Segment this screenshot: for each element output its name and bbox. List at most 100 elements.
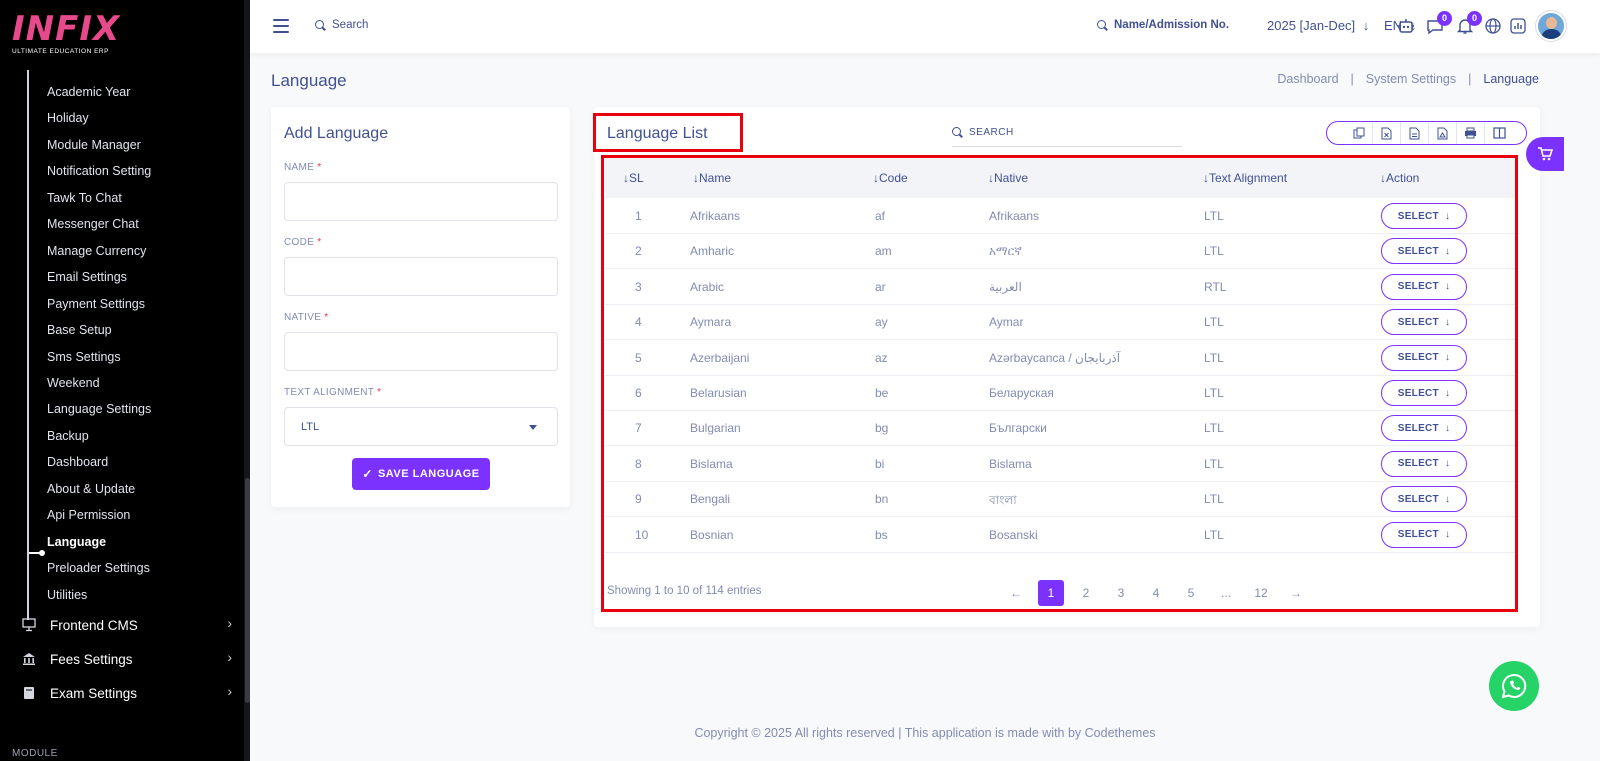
- select-label: SELECT: [1397, 316, 1439, 328]
- sidebar-subitem-api-permission[interactable]: Api Permission: [47, 508, 130, 522]
- cell-name: Bosnian: [690, 527, 734, 542]
- sidebar-scrollbar-thumb[interactable]: [245, 478, 250, 703]
- cell-code: bn: [875, 492, 889, 507]
- native-field[interactable]: [284, 332, 558, 371]
- page-1[interactable]: 1: [1038, 580, 1064, 606]
- breadcrumb-dashboard[interactable]: Dashboard: [1277, 72, 1338, 86]
- select-button[interactable]: SELECT ↓: [1381, 415, 1467, 442]
- sidebar-subitem-language[interactable]: Language: [47, 535, 106, 549]
- student-search[interactable]: Name/Admission No.: [1097, 19, 1229, 31]
- sidebar-subitem-base-setup[interactable]: Base Setup: [47, 323, 112, 337]
- sidebar-subitem-backup[interactable]: Backup: [47, 429, 89, 443]
- table-header: ↓SL ↓Name ↓Code ↓Native ↓Text Alignment …: [605, 158, 1515, 198]
- sidebar-subitem-preloader-settings[interactable]: Preloader Settings: [47, 561, 150, 575]
- sidebar-subitem-academic-year[interactable]: Academic Year: [47, 85, 130, 99]
- cell-sl: 5: [635, 350, 642, 365]
- menu-search[interactable]: Search: [315, 19, 368, 31]
- code-label: CODE *: [284, 237, 322, 248]
- sidebar-subitem-language-settings[interactable]: Language Settings: [47, 402, 151, 416]
- list-search-input[interactable]: SEARCH: [952, 119, 1182, 147]
- sidebar-item-frontend-cms[interactable]: Frontend CMS ›: [22, 614, 232, 636]
- page-5[interactable]: 5: [1178, 580, 1204, 606]
- col-code[interactable]: ↓Code: [873, 171, 908, 185]
- select-button[interactable]: SELECT ↓: [1381, 450, 1467, 477]
- cell-name: Azerbaijani: [690, 350, 750, 365]
- breadcrumb-system-settings[interactable]: System Settings: [1366, 72, 1456, 86]
- cell-code: bs: [875, 527, 888, 542]
- sidebar-subitem-module-manager[interactable]: Module Manager: [47, 138, 141, 152]
- select-button[interactable]: SELECT ↓: [1381, 238, 1467, 265]
- save-language-button[interactable]: ✓ SAVE LANGUAGE: [352, 458, 490, 490]
- save-language-label: SAVE LANGUAGE: [377, 468, 480, 480]
- user-avatar[interactable]: [1536, 11, 1566, 41]
- chart-icon[interactable]: [1509, 17, 1527, 35]
- select-button[interactable]: SELECT ↓: [1381, 380, 1467, 406]
- sidebar-item-fees-settings[interactable]: Fees Settings ›: [22, 648, 232, 670]
- csv-icon[interactable]: [1401, 122, 1429, 144]
- sidebar-item-exam-settings[interactable]: Exam Settings ›: [22, 682, 232, 704]
- sidebar-subitem-payment-settings[interactable]: Payment Settings: [47, 297, 145, 311]
- text-alignment-select[interactable]: LTL: [284, 407, 558, 446]
- sidebar-subitem-tawk-to-chat[interactable]: Tawk To Chat: [47, 191, 122, 205]
- logo-tagline: ULTIMATE EDUCATION ERP: [12, 48, 109, 55]
- cell-native: Bosanski: [989, 527, 1038, 542]
- code-field[interactable]: [284, 257, 558, 296]
- page-12[interactable]: 12: [1248, 580, 1274, 606]
- col-name[interactable]: ↓Name: [693, 171, 731, 185]
- print-icon[interactable]: [1457, 122, 1485, 144]
- sidebar-subitem-email-settings[interactable]: Email Settings: [47, 270, 127, 284]
- cell-sl: 2: [635, 244, 642, 259]
- excel-icon[interactable]: [1373, 122, 1401, 144]
- globe-icon[interactable]: [1484, 17, 1502, 35]
- chat-count-badge: 0: [1437, 11, 1452, 26]
- page-2[interactable]: 2: [1073, 580, 1099, 606]
- col-text-alignment[interactable]: ↓Text Alignment: [1203, 171, 1287, 185]
- cell-name: Arabic: [690, 279, 725, 294]
- cell-alignment: LTL: [1204, 244, 1224, 259]
- name-field[interactable]: [284, 182, 558, 221]
- cell-code: ay: [875, 315, 888, 330]
- sidebar-subitem-dashboard[interactable]: Dashboard: [47, 455, 108, 469]
- cart-button[interactable]: [1526, 137, 1564, 171]
- sidebar-subitem-utilities[interactable]: Utilities: [47, 588, 87, 602]
- sidebar-subitem-messenger-chat[interactable]: Messenger Chat: [47, 217, 139, 231]
- robot-icon[interactable]: [1397, 17, 1415, 35]
- copy-icon[interactable]: [1345, 122, 1373, 144]
- breadcrumb: Dashboard | System Settings | Language: [1277, 72, 1539, 86]
- col-sl[interactable]: ↓SL: [623, 171, 644, 185]
- select-button[interactable]: SELECT ↓: [1381, 309, 1467, 336]
- col-action[interactable]: ↓Action: [1380, 171, 1419, 185]
- bell-icon[interactable]: 0: [1456, 11, 1482, 35]
- sidebar-subitem-holiday[interactable]: Holiday: [47, 111, 89, 125]
- select-button[interactable]: SELECT ↓: [1381, 273, 1467, 300]
- whatsapp-button[interactable]: [1489, 661, 1539, 711]
- cell-sl: 9: [635, 492, 642, 507]
- pdf-icon[interactable]: [1429, 122, 1457, 144]
- logo[interactable]: INFIX ULTIMATE EDUCATION ERP: [12, 12, 120, 55]
- page-3[interactable]: 3: [1108, 580, 1134, 606]
- page-4[interactable]: 4: [1143, 580, 1169, 606]
- table-row: 9 Bengali bn বাংলা LTL SELECT ↓: [605, 482, 1515, 518]
- menu-toggle-icon[interactable]: [273, 19, 289, 33]
- cell-native: Български: [989, 421, 1047, 436]
- table-row: 10 Bosnian bs Bosanski LTL SELECT ↓: [605, 518, 1515, 553]
- sidebar-subitem-notification-setting[interactable]: Notification Setting: [47, 164, 151, 178]
- cell-code: bi: [875, 456, 885, 471]
- chat-icon[interactable]: 0: [1426, 11, 1452, 35]
- sidebar-subitem-about-update[interactable]: About & Update: [47, 482, 135, 496]
- book-icon: [22, 686, 36, 700]
- select-button[interactable]: SELECT ↓: [1381, 203, 1467, 229]
- session-select[interactable]: 2025 [Jan-Dec] ↓: [1267, 18, 1369, 33]
- select-button[interactable]: SELECT ↓: [1381, 521, 1467, 548]
- cell-alignment: LTL: [1204, 350, 1224, 365]
- col-native[interactable]: ↓Native: [988, 171, 1028, 185]
- next-page-arrow-icon[interactable]: →: [1283, 580, 1309, 606]
- columns-icon[interactable]: [1485, 122, 1513, 144]
- prev-page-arrow-icon[interactable]: ←: [1003, 580, 1029, 606]
- select-button[interactable]: SELECT ↓: [1381, 486, 1467, 513]
- sidebar-subitem-sms-settings[interactable]: Sms Settings: [47, 350, 121, 364]
- select-button[interactable]: SELECT ↓: [1381, 344, 1467, 371]
- active-indicator: [29, 550, 45, 556]
- sidebar-subitem-weekend[interactable]: Weekend: [47, 376, 100, 390]
- sidebar-subitem-manage-currency[interactable]: Manage Currency: [47, 244, 146, 258]
